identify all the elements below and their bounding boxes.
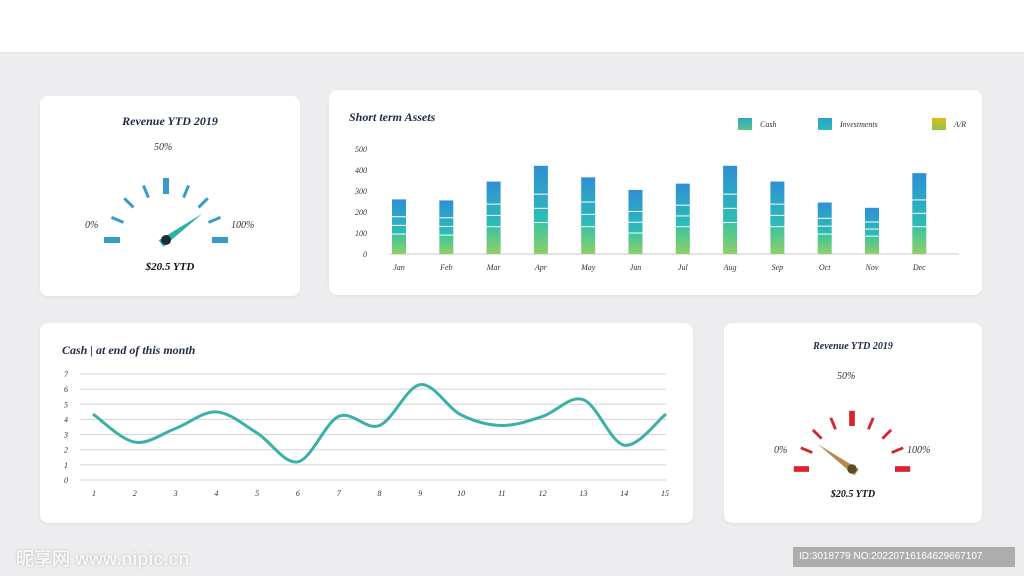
x-tick-label: 5 <box>255 489 259 498</box>
cash-line-series <box>92 383 667 464</box>
gauge-value: $20.5 YTD <box>830 489 876 500</box>
bar-cash <box>912 226 927 254</box>
x-tick-label: Nov <box>865 263 879 272</box>
x-tick-label: Apr <box>534 263 548 272</box>
gauge-tick <box>142 184 150 199</box>
bar-cash <box>581 226 596 254</box>
needle-hub <box>847 464 857 474</box>
y-tick-label: 6 <box>64 385 68 394</box>
gauge-tick <box>207 216 222 224</box>
gauge-tick <box>867 417 875 430</box>
legend-swatch-investments <box>818 118 832 130</box>
x-tick-label: 13 <box>579 489 587 498</box>
bar-cash <box>770 226 785 254</box>
bar-cash <box>439 235 454 254</box>
gauge-tick <box>123 197 135 209</box>
y-tick-label: 300 <box>354 187 367 196</box>
bar-legend: Cash Investments A/R <box>738 118 966 130</box>
legend-swatch-cash <box>738 118 752 130</box>
y-tick-label: 0 <box>64 476 68 485</box>
x-tick-label: Aug <box>723 263 737 272</box>
x-tick-label: 11 <box>498 489 505 498</box>
x-tick-label: 2 <box>133 489 137 498</box>
legend-item-ar: A/R <box>932 118 966 130</box>
x-tick-label: Jun <box>630 263 642 272</box>
line-chart-card: Cash | at end of this month 012345671234… <box>40 323 693 523</box>
x-tick-label: Sep <box>772 263 784 272</box>
x-tick-label: Feb <box>439 263 452 272</box>
gauge-tick <box>811 428 823 440</box>
x-tick-label: 15 <box>661 489 669 498</box>
x-tick-label: Jan <box>393 263 405 272</box>
legend-item-investments: Investments <box>818 118 922 130</box>
legend-label-investments: Investments <box>840 119 878 129</box>
gauge-card-bottom: Revenue YTD 2019 50% 0% 100% $20.5 YTD <box>724 323 982 523</box>
x-tick-label: Dec <box>912 263 926 272</box>
x-tick-label: 7 <box>337 489 342 498</box>
gauge-label-max: 100% <box>231 220 255 231</box>
legend-label-cash: Cash <box>760 119 777 129</box>
x-tick-label: 14 <box>620 489 628 498</box>
y-tick-label: 3 <box>63 431 68 440</box>
bar-cash <box>723 222 738 254</box>
x-tick-label: 12 <box>539 489 547 498</box>
gauge-label-mid: 50% <box>154 142 173 153</box>
x-tick-label: 3 <box>173 489 178 498</box>
y-tick-label: 200 <box>355 208 367 217</box>
legend-item-cash: Cash <box>738 118 808 130</box>
y-tick-label: 500 <box>355 145 367 154</box>
gauge-tick <box>881 428 893 440</box>
gauge-value: $20.5 YTD <box>145 261 195 273</box>
gauge-tick <box>197 197 209 209</box>
legend-swatch-ar <box>932 118 946 130</box>
y-tick-label: 2 <box>64 446 68 455</box>
gauge-tick <box>182 184 190 199</box>
bar-cash <box>865 236 879 254</box>
x-tick-label: 8 <box>378 489 382 498</box>
bar-cash <box>817 234 832 254</box>
legend-label-ar: A/R <box>954 119 966 129</box>
x-tick-label: Mar <box>486 263 502 272</box>
gauge-tick <box>829 417 837 430</box>
gauge-tick <box>800 446 813 454</box>
bar-cash <box>392 234 406 254</box>
x-tick-label: 9 <box>418 489 422 498</box>
watermark-logo: 昵享网 www.nipic.cn <box>16 549 190 569</box>
top-header-bar <box>0 0 1024 52</box>
y-tick-label: 4 <box>64 415 68 424</box>
watermark-id: ID:3018779 NO:20220716164629667107 <box>793 547 1015 567</box>
x-tick-label: 10 <box>457 489 465 498</box>
y-tick-label: 100 <box>355 229 367 238</box>
bar-cash <box>675 226 690 254</box>
bar-cash <box>486 226 501 254</box>
gauge-label-max: 100% <box>907 445 931 456</box>
y-tick-label: 0 <box>363 250 367 259</box>
x-tick-label: 4 <box>214 489 218 498</box>
bar-cash <box>628 233 643 254</box>
gauge-tick <box>110 216 125 224</box>
x-tick-label: May <box>580 263 596 272</box>
gauge-card-top: Revenue YTD 2019 50% 0% 100% $20.5 YTD <box>40 96 300 296</box>
gauge-tick <box>891 446 904 454</box>
line-chart: 012345671 2 3 4 5 6 7 8 9 10 11 12 13 14 15 <box>63 370 669 498</box>
y-tick-label: 7 <box>64 370 69 379</box>
y-tick-label: 1 <box>64 461 68 470</box>
x-tick-label: 6 <box>296 489 300 498</box>
y-tick-label: 5 <box>64 400 68 409</box>
y-tick-label: 400 <box>355 166 367 175</box>
gauge-label-min: 0% <box>774 445 788 456</box>
gauge-label-min: 0% <box>85 220 99 231</box>
x-tick-label: 1 <box>92 489 96 498</box>
x-tick-label: Oct <box>819 263 831 272</box>
needle-hub <box>161 235 171 245</box>
bar-cash <box>533 222 548 254</box>
gauge-label-mid: 50% <box>837 371 856 382</box>
x-tick-label: Jul <box>678 263 689 272</box>
